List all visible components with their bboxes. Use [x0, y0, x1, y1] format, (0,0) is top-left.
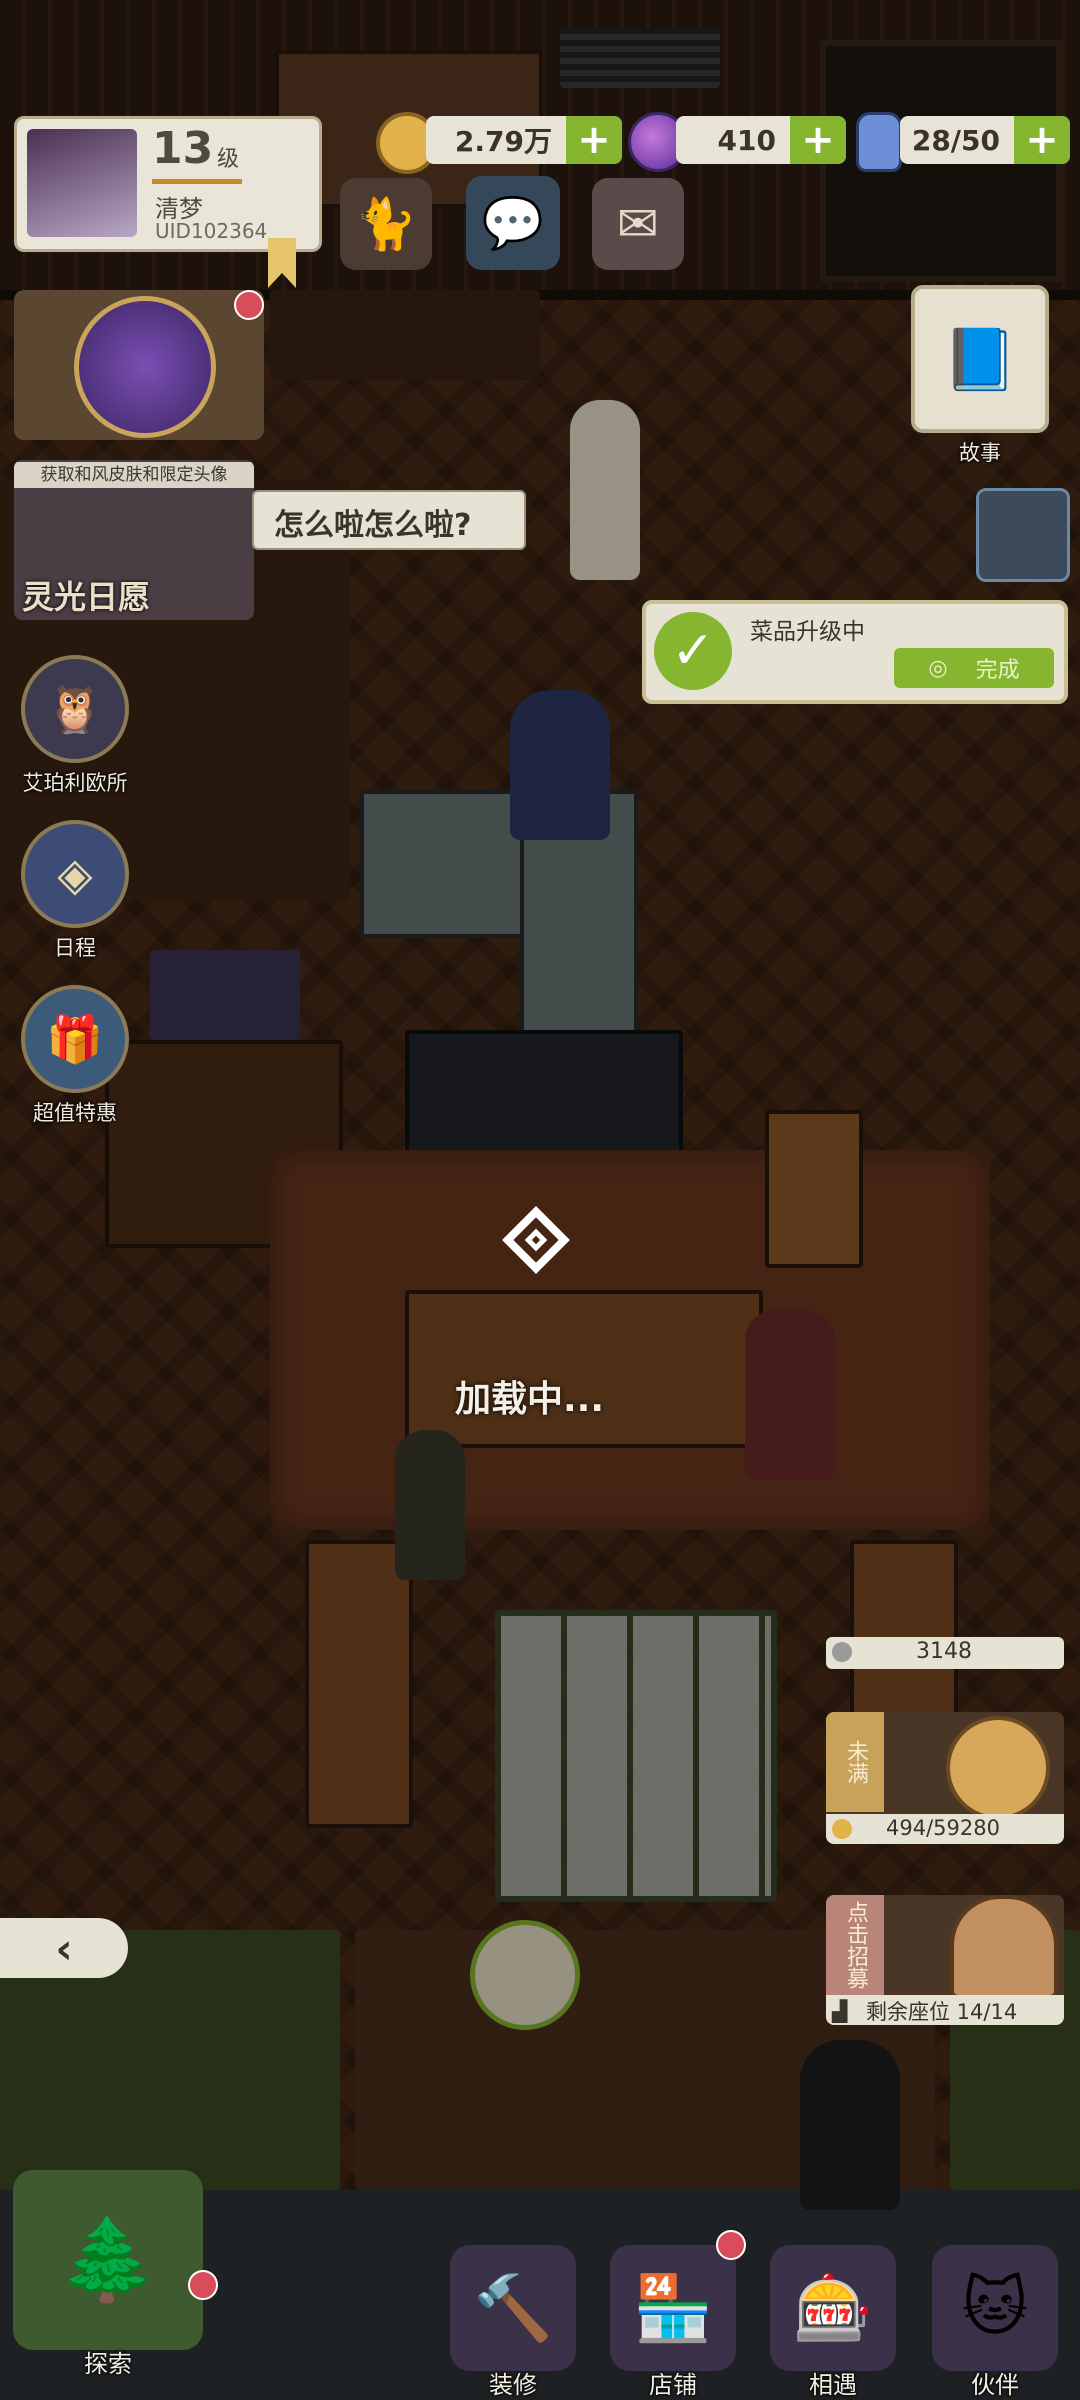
task-complete-button[interactable]: ◎ 完成 — [894, 648, 1054, 688]
glass-window-floor — [495, 1610, 777, 1902]
owl-detective-icon: 🦉 — [21, 655, 129, 763]
piggy-bank-icon — [946, 1716, 1050, 1820]
coin-small-icon — [832, 1819, 852, 1839]
promo-banner-caption: 获取和风皮肤和限定头像 — [14, 462, 254, 488]
speech-text: 怎么啦怎么啦? — [274, 508, 472, 543]
cat-card-icon: 🐱 — [932, 2245, 1058, 2371]
promo-banner[interactable]: 获取和风皮肤和限定头像 灵光日愿 — [14, 460, 254, 620]
gacha-machine-icon: 🎰 — [770, 2245, 896, 2371]
drinks-shelf — [765, 1110, 863, 1268]
level-progress-bar — [152, 179, 242, 184]
speech-bubble: 怎么啦怎么啦? — [252, 490, 526, 550]
menu-board-icon[interactable] — [976, 488, 1070, 582]
stamina-bottle-icon — [856, 112, 902, 172]
girl-character[interactable] — [395, 1430, 465, 1580]
promo-banner-title: 灵光日愿 — [22, 578, 151, 616]
nav-meet-label: 相遇 — [809, 2371, 857, 2399]
book-table — [150, 950, 300, 1040]
schedule-label: 日程 — [54, 936, 96, 960]
task-title: 菜品升级中 — [750, 619, 865, 645]
hammer-icon: 🔨 — [450, 2245, 576, 2371]
recruit-panel[interactable]: 点击招募 ▟ 剩余座位 14/14 — [826, 1895, 1064, 2025]
cats-icon[interactable]: 🐈 — [340, 178, 432, 270]
task-complete-label: 完成 — [975, 658, 1020, 683]
explore-notification-dot — [188, 2270, 218, 2300]
add-stamina-button[interactable]: + — [1014, 116, 1070, 164]
stamina-value: 28/50 — [911, 123, 1000, 157]
pinwheel-map-icon: 🌲 — [13, 2170, 203, 2350]
player-level-suffix: 级 — [217, 147, 240, 172]
checkmark-icon: ✓ — [654, 612, 732, 690]
task-panel[interactable]: ✓ 菜品升级中 ◎ 完成 — [642, 600, 1068, 704]
gift-box-icon: 🎁 — [21, 985, 129, 1093]
seats-value: 剩余座位 14/14 — [866, 2000, 1018, 2024]
nav-explore-label: 探索 — [84, 2350, 132, 2378]
deals-label: 超值特惠 — [33, 1101, 117, 1125]
player-uid: UID102364 — [155, 219, 268, 243]
swirl-emblem-icon — [74, 296, 216, 438]
unfilled-tag: 未满 — [826, 1712, 884, 1812]
mail-icon[interactable]: ✉ — [592, 178, 684, 270]
service-bell-icon — [950, 1895, 1058, 1999]
demon-customer[interactable] — [745, 1310, 835, 1480]
story-label: 故事 — [959, 441, 1001, 465]
add-coins-button[interactable]: + — [566, 116, 622, 164]
shop-notification-dot — [716, 2230, 746, 2260]
coin-counter[interactable]: 2.79万 + — [426, 116, 622, 164]
popularity-bar[interactable]: 3148 — [826, 1637, 1064, 1669]
schedule-button[interactable]: ◈ 日程 — [10, 820, 140, 962]
deals-button[interactable]: 🎁 超值特惠 — [10, 985, 140, 1127]
event-medallion[interactable] — [14, 290, 264, 440]
nav-shop-label: 店铺 — [649, 2371, 697, 2399]
storefront-icon: 🏪 — [610, 2245, 736, 2371]
nav-renovate-label: 装修 — [489, 2371, 537, 2399]
waitress-character[interactable] — [570, 400, 640, 580]
gem-value: 410 — [717, 123, 776, 157]
event-notification-dot — [234, 290, 264, 320]
stamina-counter[interactable]: 28/50 + — [900, 116, 1070, 164]
calendar-emblem-icon: ◈ — [21, 820, 129, 928]
player-level-number: 13 — [152, 123, 214, 174]
nav-renovate[interactable]: 🔨 装修 — [448, 2245, 578, 2400]
reaper-character[interactable] — [800, 2040, 900, 2210]
nav-meet[interactable]: 🎰 相遇 — [768, 2245, 898, 2400]
piggy-progress-value: 494/59280 — [886, 1816, 1000, 1840]
office-button[interactable]: 🦉 艾珀利欧所 — [10, 655, 140, 797]
add-gems-button[interactable]: + — [790, 116, 846, 164]
unfilled-label: 未满 — [843, 1740, 868, 1784]
gem-counter[interactable]: 410 + — [676, 116, 846, 164]
check-circle-icon: ◎ — [928, 655, 948, 681]
piggy-progress: 494/59280 — [826, 1814, 1064, 1844]
recruit-label: 点击招募 — [843, 1901, 868, 1989]
nav-partner[interactable]: 🐱 伙伴 — [930, 2245, 1060, 2400]
story-book-icon: 📘 — [911, 285, 1049, 433]
chat-icon[interactable]: 💬 — [466, 176, 560, 270]
coin-value: 2.79万 — [454, 125, 552, 158]
spinner-core — [524, 1228, 548, 1252]
nav-explore[interactable]: 🌲 探索 — [8, 2170, 208, 2379]
office-label: 艾珀利欧所 — [22, 771, 128, 795]
seat-icon: ▟ — [832, 1999, 848, 2023]
player-card[interactable]: 13 级 清梦 UID102364 — [14, 116, 322, 252]
nav-shop[interactable]: 🏪 店铺 — [608, 2245, 738, 2400]
nav-partner-label: 伙伴 — [971, 2371, 1019, 2399]
owl-character[interactable] — [470, 1920, 580, 2030]
piggy-bank-panel[interactable]: 未满 494/59280 — [826, 1712, 1064, 1844]
recruit-tag: 点击招募 — [826, 1895, 884, 1995]
loading-text: 加载中... — [455, 1379, 605, 1420]
wall-vent — [560, 28, 720, 88]
collapse-arrow-button[interactable]: ‹ — [0, 1918, 128, 1978]
chef-character[interactable] — [510, 690, 610, 840]
chevron-left-icon: ‹ — [55, 1923, 73, 1973]
popularity-value: 3148 — [916, 1639, 972, 1664]
bar-counter — [405, 1290, 763, 1448]
dining-table-left — [305, 1540, 413, 1828]
popularity-gem-icon — [832, 1642, 852, 1662]
back-counter — [270, 290, 540, 380]
story-button[interactable]: 📘 故事 — [905, 285, 1055, 467]
player-avatar[interactable] — [27, 129, 137, 237]
